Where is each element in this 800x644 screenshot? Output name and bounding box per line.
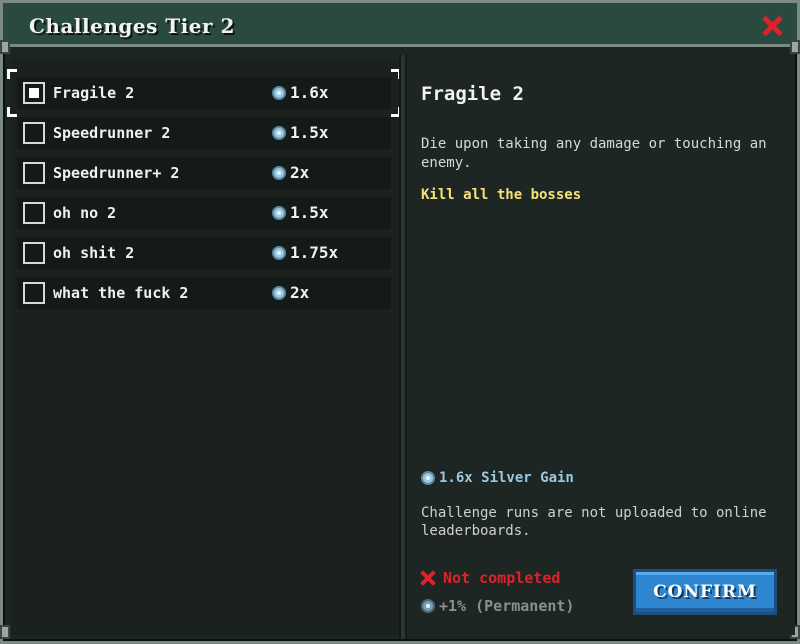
challenge-multiplier: 1.5x: [272, 123, 329, 142]
challenge-name: Fragile 2: [53, 84, 135, 102]
leaderboard-note: Challenge runs are not uploaded to onlin…: [421, 505, 767, 539]
challenge-checkbox[interactable]: [23, 122, 45, 144]
rivet-decoration: [790, 40, 800, 54]
multiplier-value: 2x: [290, 283, 310, 302]
challenge-checkbox[interactable]: [23, 162, 45, 184]
confirm-button[interactable]: CONFIRM: [633, 569, 777, 615]
x-icon: [421, 571, 435, 585]
detail-goal: Kill all the bosses: [421, 187, 582, 203]
detail-title: Fragile 2: [421, 83, 524, 105]
multiplier-value: 1.6x: [290, 83, 329, 102]
silver-coin-icon: [272, 205, 286, 220]
close-icon[interactable]: [761, 15, 783, 37]
challenge-checkbox[interactable]: [23, 202, 45, 224]
challenge-multiplier: 1.75x: [272, 243, 338, 262]
challenge-row-fragile[interactable]: Fragile 2 1.6x: [17, 77, 391, 109]
challenge-multiplier: 1.5x: [272, 203, 329, 222]
challenge-row-what-the-fuck[interactable]: what the fuck 2 2x: [17, 277, 391, 309]
silver-coin-icon: [272, 85, 286, 100]
silver-coin-icon: [272, 125, 286, 140]
silver-coin-icon: [421, 599, 435, 613]
challenge-checkbox[interactable]: [23, 242, 45, 264]
challenge-name: Speedrunner+ 2: [53, 164, 180, 182]
challenge-row-speedrunner-plus[interactable]: Speedrunner+ 2 2x: [17, 157, 391, 189]
challenge-list: Fragile 2 1.6x Speedrunner 2 1.5x Speedr…: [7, 59, 401, 635]
challenge-checkbox[interactable]: [23, 282, 45, 304]
challenge-checkbox[interactable]: [23, 82, 45, 104]
challenge-name: what the fuck 2: [53, 284, 189, 302]
permanent-bonus: +1% (Permanent): [421, 597, 574, 615]
challenge-row-oh-shit[interactable]: oh shit 2 1.75x: [17, 237, 391, 269]
completion-status: Not completed: [421, 569, 560, 587]
silver-coin-icon: [272, 245, 286, 260]
rivet-decoration: [0, 625, 10, 639]
multiplier-value: 2x: [290, 163, 310, 182]
challenge-multiplier: 1.6x: [272, 83, 329, 102]
title-bar: Challenges Tier 2: [3, 3, 797, 47]
multiplier-value: 1.75x: [290, 243, 339, 262]
silver-coin-icon: [272, 165, 286, 180]
challenge-multiplier: 2x: [272, 283, 309, 302]
status-text: Not completed: [443, 569, 561, 587]
bonus-text: +1% (Permanent): [439, 597, 575, 615]
challenge-name: oh no 2: [53, 204, 117, 222]
silver-gain: 1.6x Silver Gain: [421, 470, 574, 486]
panel-divider: [399, 55, 407, 639]
challenge-multiplier: 2x: [272, 163, 309, 182]
challenges-window: Challenges Tier 2 Fragile 2 1.6x Speedru…: [0, 0, 800, 644]
challenge-name: Speedrunner 2: [53, 124, 171, 142]
window-title: Challenges Tier 2: [29, 14, 235, 38]
detail-description: Die upon taking any damage or touching a…: [421, 136, 767, 171]
challenge-row-oh-no[interactable]: oh no 2 1.5x: [17, 197, 391, 229]
selection-corner: [7, 69, 17, 79]
challenge-detail-panel: Fragile 2 Die upon taking any damage or …: [407, 59, 795, 635]
multiplier-value: 1.5x: [290, 123, 329, 142]
silver-coin-icon: [421, 471, 435, 485]
silver-coin-icon: [272, 285, 286, 300]
selection-corner: [7, 107, 17, 117]
multiplier-value: 1.5x: [290, 203, 329, 222]
rivet-decoration: [0, 40, 10, 54]
challenge-row-speedrunner[interactable]: Speedrunner 2 1.5x: [17, 117, 391, 149]
silver-gain-text: 1.6x Silver Gain: [439, 470, 574, 486]
challenge-name: oh shit 2: [53, 244, 135, 262]
